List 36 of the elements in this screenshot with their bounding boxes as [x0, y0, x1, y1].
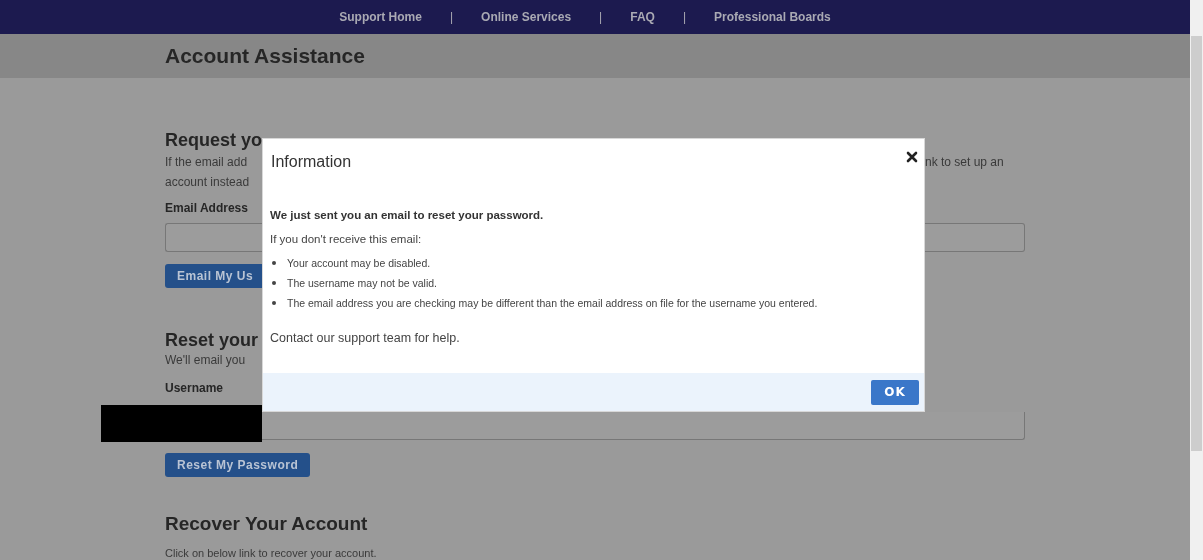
ok-button[interactable]: OK — [871, 379, 919, 405]
nav-link[interactable]: FAQ — [616, 10, 669, 25]
section-text: account instead — [165, 174, 251, 191]
section-text: nk to set up an — [925, 154, 1005, 171]
dialog-text: If you don't receive this email: — [270, 233, 423, 245]
section-text: Click on below link to recover your account. — [165, 547, 377, 560]
bullet-icon — [272, 301, 276, 305]
nav-link[interactable]: Professional Boards — [700, 10, 845, 25]
nav-separator: | — [448, 10, 455, 25]
dialog-text: Contact our support team for help. — [270, 331, 461, 345]
nav-link[interactable]: Support Home — [325, 10, 436, 25]
section-text: We'll email you — [165, 352, 247, 369]
dialog-message: We just sent you an email to reset your password. — [270, 209, 545, 221]
section-text: If the email add — [165, 154, 249, 171]
nav-separator: | — [598, 10, 604, 25]
dialog-title: Information — [271, 152, 352, 171]
bullet-icon — [272, 281, 276, 285]
input-field[interactable] — [165, 223, 262, 252]
section-heading: Recover Your Account — [165, 513, 368, 535]
bullet-icon — [272, 261, 276, 265]
dialog-list-item: The username may not be valid. — [287, 276, 437, 291]
dialog-list-item: Your account may be disabled. — [287, 256, 431, 271]
page-title: Account Assistance — [165, 44, 365, 69]
dialog-list-item: The email address you are checking may be different than the email address on file for the username you entered. — [287, 296, 818, 311]
nav-separator: | — [681, 10, 688, 25]
reset-password-button[interactable]: Reset My Password — [165, 453, 311, 477]
field-label: Email Address — [165, 200, 249, 216]
input-field[interactable] — [925, 223, 1025, 252]
username-field[interactable] — [262, 412, 1025, 440]
section-heading: Request yo — [165, 130, 262, 150]
close-icon[interactable] — [906, 151, 918, 163]
scrollbar[interactable] — [1190, 0, 1203, 560]
email-username-button[interactable]: Email My Us — [165, 264, 262, 288]
field-label: Username — [165, 380, 225, 396]
section-heading: Reset your — [165, 330, 260, 350]
nav-link[interactable]: Online Services — [467, 10, 586, 25]
